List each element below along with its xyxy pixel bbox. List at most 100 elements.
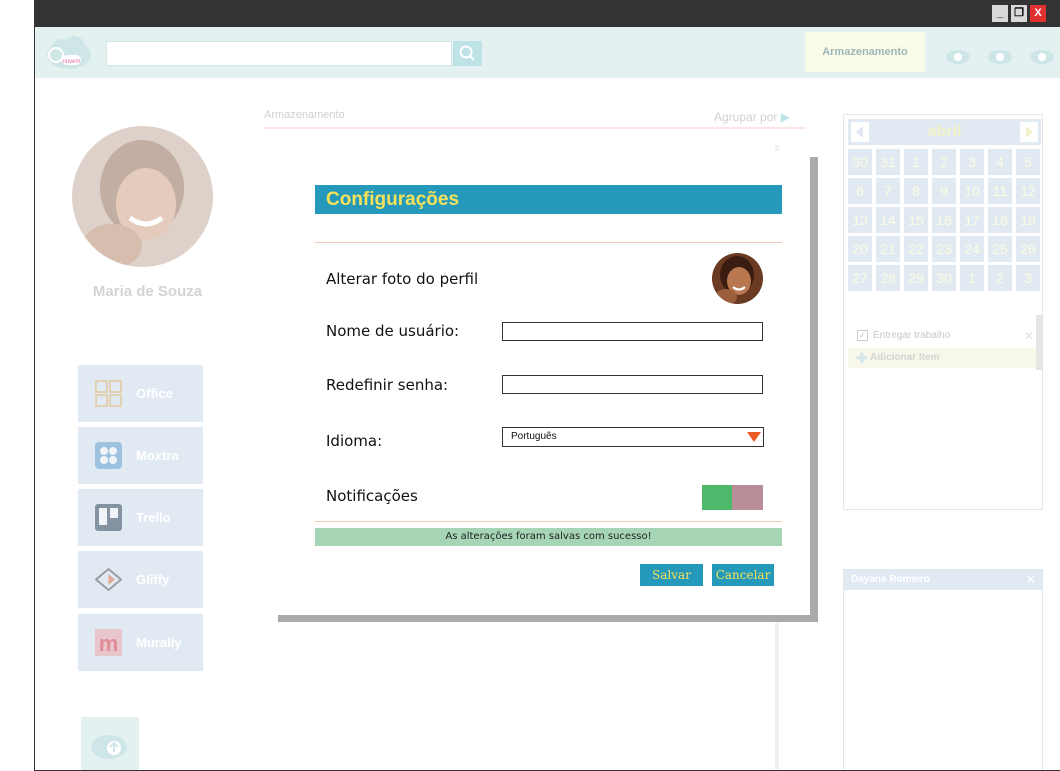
storage-button[interactable]: Armazenamento <box>805 32 925 72</box>
calendar-day[interactable]: 2 <box>932 149 956 175</box>
calendar-day[interactable]: 18 <box>988 207 1012 233</box>
app-murally-button[interactable]: m Murally <box>78 614 203 671</box>
user-icon[interactable] <box>1029 49 1055 65</box>
calendar-day[interactable]: 24 <box>960 236 984 262</box>
calendar-day[interactable]: 5 <box>1016 149 1040 175</box>
calendar-day[interactable]: 26 <box>1016 236 1040 262</box>
app-moxtra-button[interactable]: Moxtra <box>78 427 203 484</box>
toggle-off-segment <box>732 485 763 510</box>
calendar-day[interactable]: 30 <box>932 265 956 291</box>
calendar-day[interactable]: 17 <box>960 207 984 233</box>
app-window: _ ❐ X nuvem Armazenamento Maria de Souza… <box>34 0 1060 771</box>
calendar-day[interactable]: 11 <box>988 178 1012 204</box>
search-input[interactable] <box>106 41 452 66</box>
save-button[interactable]: Salvar <box>640 564 703 586</box>
username-field[interactable] <box>502 322 763 341</box>
app-label: Murally <box>136 635 182 650</box>
title-bar: _ ❐ X <box>35 0 1060 27</box>
plus-icon: ✚ <box>856 350 868 366</box>
calendar-day[interactable]: 6 <box>848 178 872 204</box>
calendar-day[interactable]: 29 <box>904 265 928 291</box>
change-photo-label: Alterar foto do perfil <box>326 270 479 288</box>
username-label: Nome de usuário: <box>326 322 460 340</box>
app-gliffy-button[interactable]: Gliffy <box>78 551 203 608</box>
app-label: Moxtra <box>136 448 179 463</box>
profile-avatar[interactable] <box>72 126 213 267</box>
prev-month-button[interactable] <box>851 122 869 142</box>
svg-text:m: m <box>99 631 119 656</box>
notifications-label: Notificações <box>326 487 418 505</box>
modal-title: Configurações <box>326 189 460 210</box>
calendar-day[interactable]: 21 <box>876 236 900 262</box>
chevron-right-icon <box>1026 126 1033 138</box>
close-window-button[interactable]: X <box>1030 5 1046 22</box>
settings-modal: Configurações Alterar foto do perfil Nom… <box>278 151 810 615</box>
language-select[interactable]: Português <box>502 427 764 447</box>
chat-header: Dayana Romeiro ✕ <box>844 570 1042 590</box>
app-label: Trello <box>136 510 171 525</box>
add-item-button[interactable]: ✚ Adicionar Item <box>848 348 1038 368</box>
app-office-button[interactable]: Office <box>78 365 203 422</box>
calendar-day[interactable]: 2 <box>988 265 1012 291</box>
calendar-day[interactable]: 20 <box>848 236 872 262</box>
language-label: Idioma: <box>326 432 383 450</box>
gliffy-icon <box>94 566 123 593</box>
office-icon <box>95 380 122 407</box>
calendar-day[interactable]: 23 <box>932 236 956 262</box>
search-button[interactable] <box>453 41 482 66</box>
modal-title-bar: Configurações <box>315 185 782 214</box>
chat-contact-name: Dayana Romeiro <box>851 574 930 585</box>
calendar-day[interactable]: 16 <box>932 207 956 233</box>
bottom-divider <box>315 521 782 522</box>
chat-close-icon[interactable]: ✕ <box>1024 573 1038 587</box>
murally-icon: m <box>95 629 122 656</box>
calendar-day[interactable]: 10 <box>960 178 984 204</box>
calendar-day[interactable]: 3 <box>1016 265 1040 291</box>
calendar-day[interactable]: 9 <box>932 178 956 204</box>
remove-task-icon[interactable]: ✕ <box>1024 329 1034 343</box>
cancel-button[interactable]: Cancelar <box>712 564 774 586</box>
next-month-button[interactable] <box>1020 122 1038 142</box>
calendar-day[interactable]: 8 <box>904 178 928 204</box>
calendar-day[interactable]: 13 <box>848 207 872 233</box>
notifications-icon[interactable] <box>987 49 1013 65</box>
trello-icon <box>95 504 122 531</box>
cloud-logo-icon[interactable]: nuvem <box>43 33 95 71</box>
calendar-day[interactable]: 4 <box>988 149 1012 175</box>
profile-name: Maria de Souza <box>92 283 203 300</box>
calendar-day[interactable]: 22 <box>904 236 928 262</box>
task-scrollbar[interactable] <box>1036 315 1042 370</box>
title-divider <box>315 242 782 243</box>
maximize-button[interactable]: ❐ <box>1011 5 1027 22</box>
calendar-day[interactable]: 1 <box>960 265 984 291</box>
storage-section-label: Armazenamento <box>264 109 345 121</box>
chevron-right-icon: ▶ <box>780 110 790 124</box>
minimize-button[interactable]: _ <box>992 5 1008 22</box>
calendar-day[interactable]: 12 <box>1016 178 1040 204</box>
calendar-day[interactable]: 31 <box>876 149 900 175</box>
calendar-day[interactable]: 19 <box>1016 207 1040 233</box>
chat-window: Dayana Romeiro ✕ <box>843 569 1043 770</box>
calendar-day[interactable]: 14 <box>876 207 900 233</box>
calendar-day[interactable]: 30 <box>848 149 872 175</box>
group-by-button[interactable]: Agrupar por ▶ <box>714 110 790 124</box>
app-trello-button[interactable]: Trello <box>78 489 203 546</box>
search-icon <box>459 45 475 61</box>
task-item[interactable]: ✓ Entregar trabalho <box>857 330 950 341</box>
calendar-day[interactable]: 1 <box>904 149 928 175</box>
calendar-day[interactable]: 15 <box>904 207 928 233</box>
checkbox-icon[interactable]: ✓ <box>857 330 868 341</box>
password-field[interactable] <box>502 375 763 394</box>
calendar-day[interactable]: 28 <box>876 265 900 291</box>
success-message: As alterações foram salvas com sucesso! <box>315 528 782 546</box>
calendar-day[interactable]: 25 <box>988 236 1012 262</box>
settings-icon[interactable] <box>945 49 971 65</box>
calendar-day[interactable]: 7 <box>876 178 900 204</box>
calendar-day[interactable]: 27 <box>848 265 872 291</box>
upload-button[interactable] <box>81 717 139 770</box>
calendar-day[interactable]: 3 <box>960 149 984 175</box>
change-photo-avatar[interactable] <box>712 253 763 304</box>
dropdown-arrow-icon <box>747 432 761 442</box>
notifications-toggle[interactable] <box>702 485 763 510</box>
app-label: Gliffy <box>136 572 170 587</box>
